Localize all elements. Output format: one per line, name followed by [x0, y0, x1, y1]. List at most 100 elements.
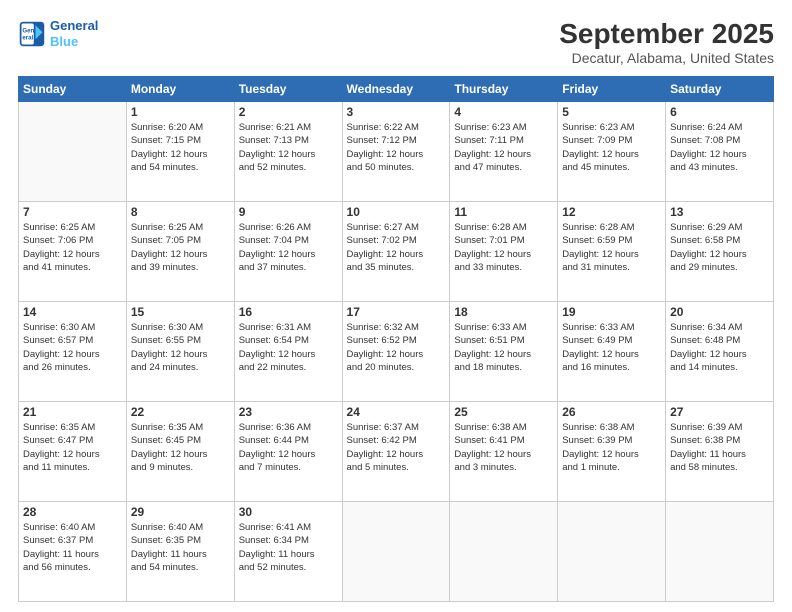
logo-line2: Blue: [50, 34, 78, 49]
logo: Gen eral General Blue: [18, 18, 98, 49]
calendar-cell: 4 Sunrise: 6:23 AM Sunset: 7:11 PM Daylig…: [450, 102, 558, 202]
day-number: 16: [239, 305, 338, 319]
col-header-friday: Friday: [558, 77, 666, 102]
calendar-cell: 25Sunrise: 6:38 AM Sunset: 6:41 PM Dayli…: [450, 402, 558, 502]
day-info: Sunrise: 6:40 AM Sunset: 6:37 PM Dayligh…: [23, 521, 122, 574]
calendar-week-4: 21Sunrise: 6:35 AM Sunset: 6:47 PM Dayli…: [19, 402, 774, 502]
col-header-monday: Monday: [126, 77, 234, 102]
calendar-cell: 1Sunrise: 6:20 AM Sunset: 7:15 PM Daylig…: [126, 102, 234, 202]
day-number: 24: [347, 405, 446, 419]
day-info: Sunrise: 6:20 AM Sunset: 7:15 PM Dayligh…: [131, 121, 230, 174]
day-info: Sunrise: 6:40 AM Sunset: 6:35 PM Dayligh…: [131, 521, 230, 574]
day-info: Sunrise: 6:25 AM Sunset: 7:05 PM Dayligh…: [131, 221, 230, 274]
day-number: 11: [454, 205, 553, 219]
day-info: Sunrise: 6:32 AM Sunset: 6:52 PM Dayligh…: [347, 321, 446, 374]
day-info: Sunrise: 6:34 AM Sunset: 6:48 PM Dayligh…: [670, 321, 769, 374]
logo-line1: General: [50, 18, 98, 33]
calendar-cell: 17 Sunrise: 6:32 AM Sunset: 6:52 PM Dayli…: [342, 302, 450, 402]
day-number: 18: [454, 305, 553, 319]
day-info: Sunrise: 6:38 AM Sunset: 6:41 PM Dayligh…: [454, 421, 553, 474]
day-number: 13: [670, 205, 769, 219]
calendar-cell: 22Sunrise: 6:35 AM Sunset: 6:45 PM Dayli…: [126, 402, 234, 502]
day-number: 10: [347, 205, 446, 219]
calendar-week-5: 28 Sunrise: 6:40 AM Sunset: 6:37 PM Dayli…: [19, 502, 774, 602]
day-number: 7: [23, 205, 122, 219]
calendar-cell: 13Sunrise: 6:29 AM Sunset: 6:58 PM Dayli…: [666, 202, 774, 302]
page-header: Gen eral General Blue September 2025 Dec…: [18, 18, 774, 66]
calendar-cell: 21Sunrise: 6:35 AM Sunset: 6:47 PM Dayli…: [19, 402, 127, 502]
calendar-cell: [666, 502, 774, 602]
day-info: Sunrise: 6:35 AM Sunset: 6:45 PM Dayligh…: [131, 421, 230, 474]
calendar-cell: 10Sunrise: 6:27 AM Sunset: 7:02 PM Dayli…: [342, 202, 450, 302]
day-number: 20: [670, 305, 769, 319]
day-info: Sunrise: 6:24 AM Sunset: 7:08 PM Dayligh…: [670, 121, 769, 174]
col-header-wednesday: Wednesday: [342, 77, 450, 102]
calendar-cell: 3Sunrise: 6:22 AM Sunset: 7:12 PM Daylig…: [342, 102, 450, 202]
day-info: Sunrise: 6:38 AM Sunset: 6:39 PM Dayligh…: [562, 421, 661, 474]
day-info: Sunrise: 6:33 AM Sunset: 6:51 PM Dayligh…: [454, 321, 553, 374]
day-number: 23: [239, 405, 338, 419]
calendar-table: SundayMondayTuesdayWednesdayThursdayFrid…: [18, 76, 774, 602]
calendar-cell: 16 Sunrise: 6:31 AM Sunset: 6:54 PM Dayli…: [234, 302, 342, 402]
day-number: 4: [454, 105, 553, 119]
day-number: 9: [239, 205, 338, 219]
day-info: Sunrise: 6:23 AM Sunset: 7:11 PM Dayligh…: [454, 121, 553, 174]
calendar-week-2: 7 Sunrise: 6:25 AM Sunset: 7:06 PM Daylig…: [19, 202, 774, 302]
day-number: 17: [347, 305, 446, 319]
day-info: Sunrise: 6:25 AM Sunset: 7:06 PM Dayligh…: [23, 221, 122, 274]
day-number: 21: [23, 405, 122, 419]
calendar-cell: 9 Sunrise: 6:26 AM Sunset: 7:04 PM Daylig…: [234, 202, 342, 302]
day-info: Sunrise: 6:28 AM Sunset: 7:01 PM Dayligh…: [454, 221, 553, 274]
day-number: 19: [562, 305, 661, 319]
day-info: Sunrise: 6:23 AM Sunset: 7:09 PM Dayligh…: [562, 121, 661, 174]
logo-icon: Gen eral: [18, 20, 46, 48]
calendar-title: September 2025: [559, 18, 774, 50]
col-header-saturday: Saturday: [666, 77, 774, 102]
calendar-cell: [558, 502, 666, 602]
calendar-week-1: 1Sunrise: 6:20 AM Sunset: 7:15 PM Daylig…: [19, 102, 774, 202]
calendar-cell: [19, 102, 127, 202]
day-info: Sunrise: 6:31 AM Sunset: 6:54 PM Dayligh…: [239, 321, 338, 374]
svg-text:Gen: Gen: [22, 27, 34, 34]
day-number: 26: [562, 405, 661, 419]
day-info: Sunrise: 6:28 AM Sunset: 6:59 PM Dayligh…: [562, 221, 661, 274]
calendar-cell: 8 Sunrise: 6:25 AM Sunset: 7:05 PM Daylig…: [126, 202, 234, 302]
day-number: 5: [562, 105, 661, 119]
day-info: Sunrise: 6:37 AM Sunset: 6:42 PM Dayligh…: [347, 421, 446, 474]
col-header-tuesday: Tuesday: [234, 77, 342, 102]
calendar-cell: 26 Sunrise: 6:38 AM Sunset: 6:39 PM Dayli…: [558, 402, 666, 502]
calendar-cell: 28 Sunrise: 6:40 AM Sunset: 6:37 PM Dayli…: [19, 502, 127, 602]
title-area: September 2025 Decatur, Alabama, United …: [559, 18, 774, 66]
day-info: Sunrise: 6:22 AM Sunset: 7:12 PM Dayligh…: [347, 121, 446, 174]
day-number: 2: [239, 105, 338, 119]
day-info: Sunrise: 6:41 AM Sunset: 6:34 PM Dayligh…: [239, 521, 338, 574]
day-number: 29: [131, 505, 230, 519]
calendar-cell: 5 Sunrise: 6:23 AM Sunset: 7:09 PM Daylig…: [558, 102, 666, 202]
calendar-week-3: 14Sunrise: 6:30 AM Sunset: 6:57 PM Dayli…: [19, 302, 774, 402]
day-number: 12: [562, 205, 661, 219]
calendar-cell: 19 Sunrise: 6:33 AM Sunset: 6:49 PM Dayli…: [558, 302, 666, 402]
day-info: Sunrise: 6:36 AM Sunset: 6:44 PM Dayligh…: [239, 421, 338, 474]
day-info: Sunrise: 6:30 AM Sunset: 6:55 PM Dayligh…: [131, 321, 230, 374]
calendar-cell: 11 Sunrise: 6:28 AM Sunset: 7:01 PM Dayli…: [450, 202, 558, 302]
calendar-cell: 7 Sunrise: 6:25 AM Sunset: 7:06 PM Daylig…: [19, 202, 127, 302]
svg-text:eral: eral: [22, 34, 33, 41]
calendar-cell: 20 Sunrise: 6:34 AM Sunset: 6:48 PM Dayli…: [666, 302, 774, 402]
day-number: 28: [23, 505, 122, 519]
calendar-cell: 18 Sunrise: 6:33 AM Sunset: 6:51 PM Dayli…: [450, 302, 558, 402]
calendar-cell: 15 Sunrise: 6:30 AM Sunset: 6:55 PM Dayli…: [126, 302, 234, 402]
day-number: 15: [131, 305, 230, 319]
calendar-cell: 23 Sunrise: 6:36 AM Sunset: 6:44 PM Dayli…: [234, 402, 342, 502]
day-number: 30: [239, 505, 338, 519]
day-info: Sunrise: 6:33 AM Sunset: 6:49 PM Dayligh…: [562, 321, 661, 374]
calendar-cell: 12 Sunrise: 6:28 AM Sunset: 6:59 PM Dayli…: [558, 202, 666, 302]
day-info: Sunrise: 6:21 AM Sunset: 7:13 PM Dayligh…: [239, 121, 338, 174]
calendar-cell: 2 Sunrise: 6:21 AM Sunset: 7:13 PM Daylig…: [234, 102, 342, 202]
day-info: Sunrise: 6:26 AM Sunset: 7:04 PM Dayligh…: [239, 221, 338, 274]
calendar-cell: 30 Sunrise: 6:41 AM Sunset: 6:34 PM Dayli…: [234, 502, 342, 602]
calendar-cell: 6Sunrise: 6:24 AM Sunset: 7:08 PM Daylig…: [666, 102, 774, 202]
calendar-cell: 14Sunrise: 6:30 AM Sunset: 6:57 PM Dayli…: [19, 302, 127, 402]
calendar-subtitle: Decatur, Alabama, United States: [559, 50, 774, 66]
day-number: 8: [131, 205, 230, 219]
day-info: Sunrise: 6:30 AM Sunset: 6:57 PM Dayligh…: [23, 321, 122, 374]
